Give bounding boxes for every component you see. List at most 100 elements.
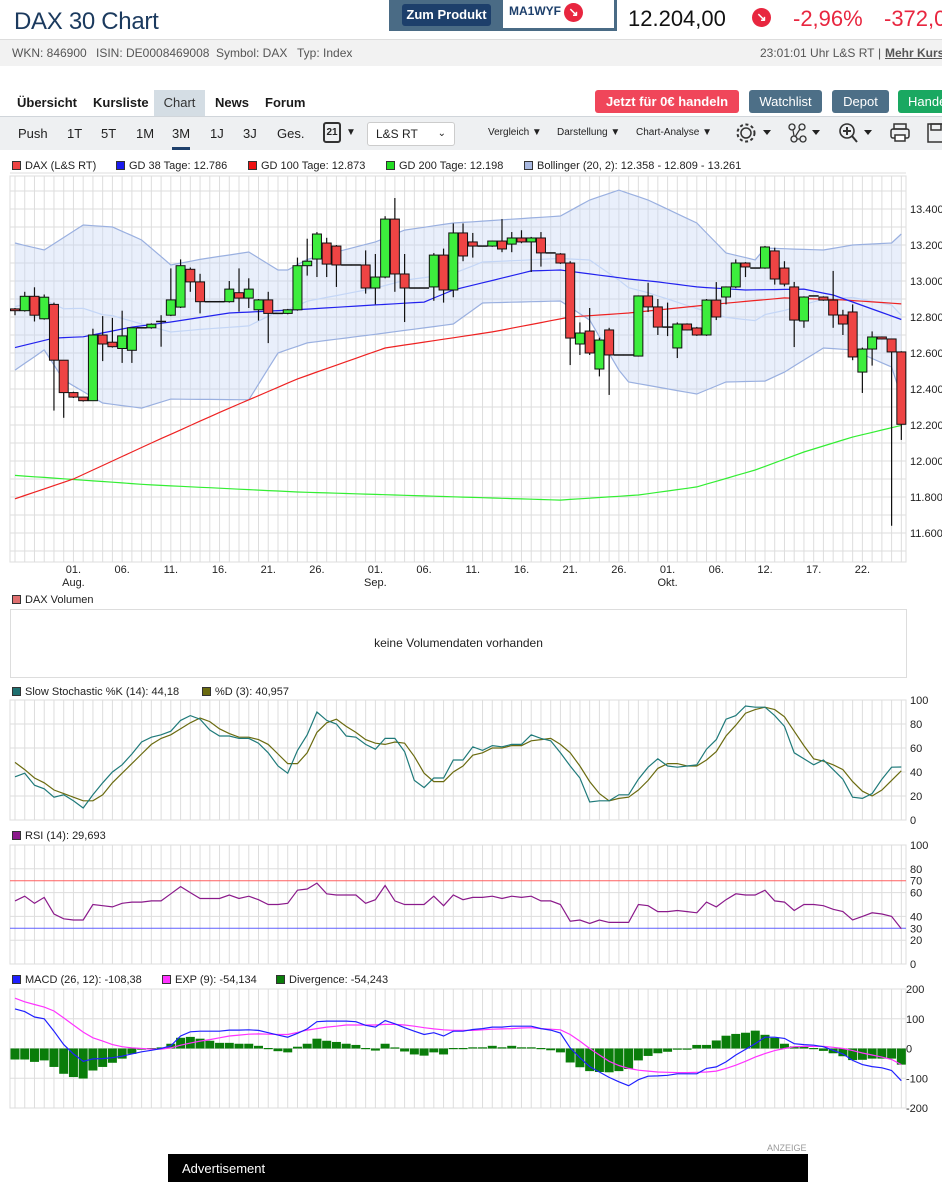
chart-canvas[interactable]: 11.60011.80012.00012.20012.40012.60012.8… — [0, 0, 942, 1120]
price-axis-label: 13.000 — [910, 276, 942, 288]
price-axis-label: 13.200 — [910, 240, 942, 252]
divergence-bar — [20, 1048, 30, 1060]
candle-body — [399, 273, 410, 289]
divergence-bar — [205, 1040, 215, 1049]
divergence-bar — [478, 1047, 488, 1049]
divergence-bar — [896, 1048, 906, 1065]
candle-body — [19, 295, 30, 312]
divergence-bar — [818, 1048, 828, 1051]
price-axis-label: 12.200 — [910, 420, 942, 432]
rsi-axis-label: 100 — [910, 840, 928, 852]
candle-body — [633, 295, 644, 357]
candle-body — [370, 276, 381, 289]
divergence-bar — [663, 1048, 673, 1052]
x-axis-label: 17. — [806, 564, 821, 576]
candle-body — [467, 241, 478, 247]
divergence-bar — [273, 1048, 283, 1052]
divergence-bar — [59, 1048, 69, 1074]
rsi-plot-area — [9, 844, 907, 965]
candle-body — [497, 240, 507, 250]
divergence-bar — [224, 1042, 234, 1049]
divergence-bar — [711, 1040, 721, 1049]
candle-body — [535, 237, 546, 254]
candle-body — [574, 332, 585, 345]
candle-body — [818, 296, 829, 301]
candle-body — [458, 232, 469, 257]
candle-body — [594, 339, 605, 370]
x-axis-label: 16. — [212, 564, 227, 576]
divergence-bar — [361, 1048, 371, 1050]
candle-body — [438, 254, 449, 291]
divergence-bar — [215, 1042, 225, 1049]
candle-body — [798, 296, 809, 322]
divergence-bar — [429, 1048, 439, 1053]
candle-body — [175, 265, 186, 308]
divergence-bar — [263, 1048, 273, 1050]
candle-body — [769, 250, 780, 280]
x-axis-label: 11. — [164, 564, 178, 576]
price-axis-label: 12.000 — [910, 456, 942, 468]
x-axis-label: 26. — [309, 564, 324, 576]
divergence-bar — [302, 1043, 312, 1049]
candle-body — [97, 334, 108, 345]
x-axis-label: 22. — [855, 564, 870, 576]
divergence-bar — [721, 1035, 731, 1049]
divergence-bar — [536, 1048, 546, 1050]
x-axis-label: 11. — [466, 564, 480, 576]
candle-body — [711, 299, 722, 318]
x-axis-label: 16. — [514, 564, 529, 576]
divergence-bar — [439, 1048, 449, 1055]
divergence-bar — [594, 1048, 604, 1073]
candle-body — [58, 359, 69, 394]
advertisement-banner[interactable]: Advertisement — [168, 1154, 808, 1182]
candle-body — [380, 218, 391, 278]
divergence-bar — [292, 1046, 302, 1049]
stoch-axis-label: 80 — [910, 719, 922, 731]
candle-body — [263, 299, 274, 314]
divergence-bar — [672, 1048, 682, 1050]
divergence-bar — [351, 1044, 361, 1049]
divergence-bar — [770, 1037, 780, 1049]
stoch-axis-label: 100 — [910, 695, 928, 707]
divergence-bar — [731, 1033, 741, 1049]
divergence-bar — [234, 1043, 244, 1049]
candle-body — [506, 237, 517, 245]
divergence-bar — [604, 1048, 614, 1073]
candle-body — [68, 392, 79, 398]
candle-body — [78, 396, 89, 402]
candle-body — [224, 288, 235, 303]
x-axis-label: 26. — [611, 564, 626, 576]
candle-body — [311, 233, 322, 260]
divergence-bar — [370, 1048, 380, 1051]
candle-body — [292, 265, 303, 311]
x-axis-label: 21. — [563, 564, 578, 576]
divergence-bar — [692, 1044, 702, 1049]
candle-body — [857, 348, 868, 373]
candle-body — [185, 268, 196, 283]
divergence-bar — [29, 1048, 39, 1062]
divergence-bar — [331, 1041, 341, 1049]
divergence-bar — [409, 1048, 419, 1055]
macd-axis-label: -100 — [906, 1073, 928, 1085]
divergence-bar — [643, 1048, 653, 1056]
macd-axis-label: 0 — [906, 1044, 912, 1056]
candle-body — [107, 341, 118, 348]
candle-body — [321, 242, 332, 265]
rsi-axis-label: 60 — [910, 888, 922, 900]
candle-body — [428, 254, 439, 288]
divergence-bar — [867, 1048, 877, 1059]
x-axis-label: 12. — [757, 564, 772, 576]
divergence-bar — [390, 1047, 400, 1049]
candle-body — [302, 260, 313, 267]
candle-body — [584, 330, 595, 354]
candle-body — [331, 245, 342, 266]
candle-body — [234, 292, 245, 299]
ad-label: ANZEIGE — [767, 1143, 807, 1153]
x-axis-label: 01. — [368, 564, 383, 576]
x-axis-label: 21. — [261, 564, 276, 576]
macd-axis-label: 100 — [906, 1014, 924, 1026]
candle-body — [29, 295, 40, 316]
divergence-bar — [68, 1048, 78, 1078]
candle-body — [789, 286, 800, 321]
price-axis-label: 12.800 — [910, 312, 942, 324]
